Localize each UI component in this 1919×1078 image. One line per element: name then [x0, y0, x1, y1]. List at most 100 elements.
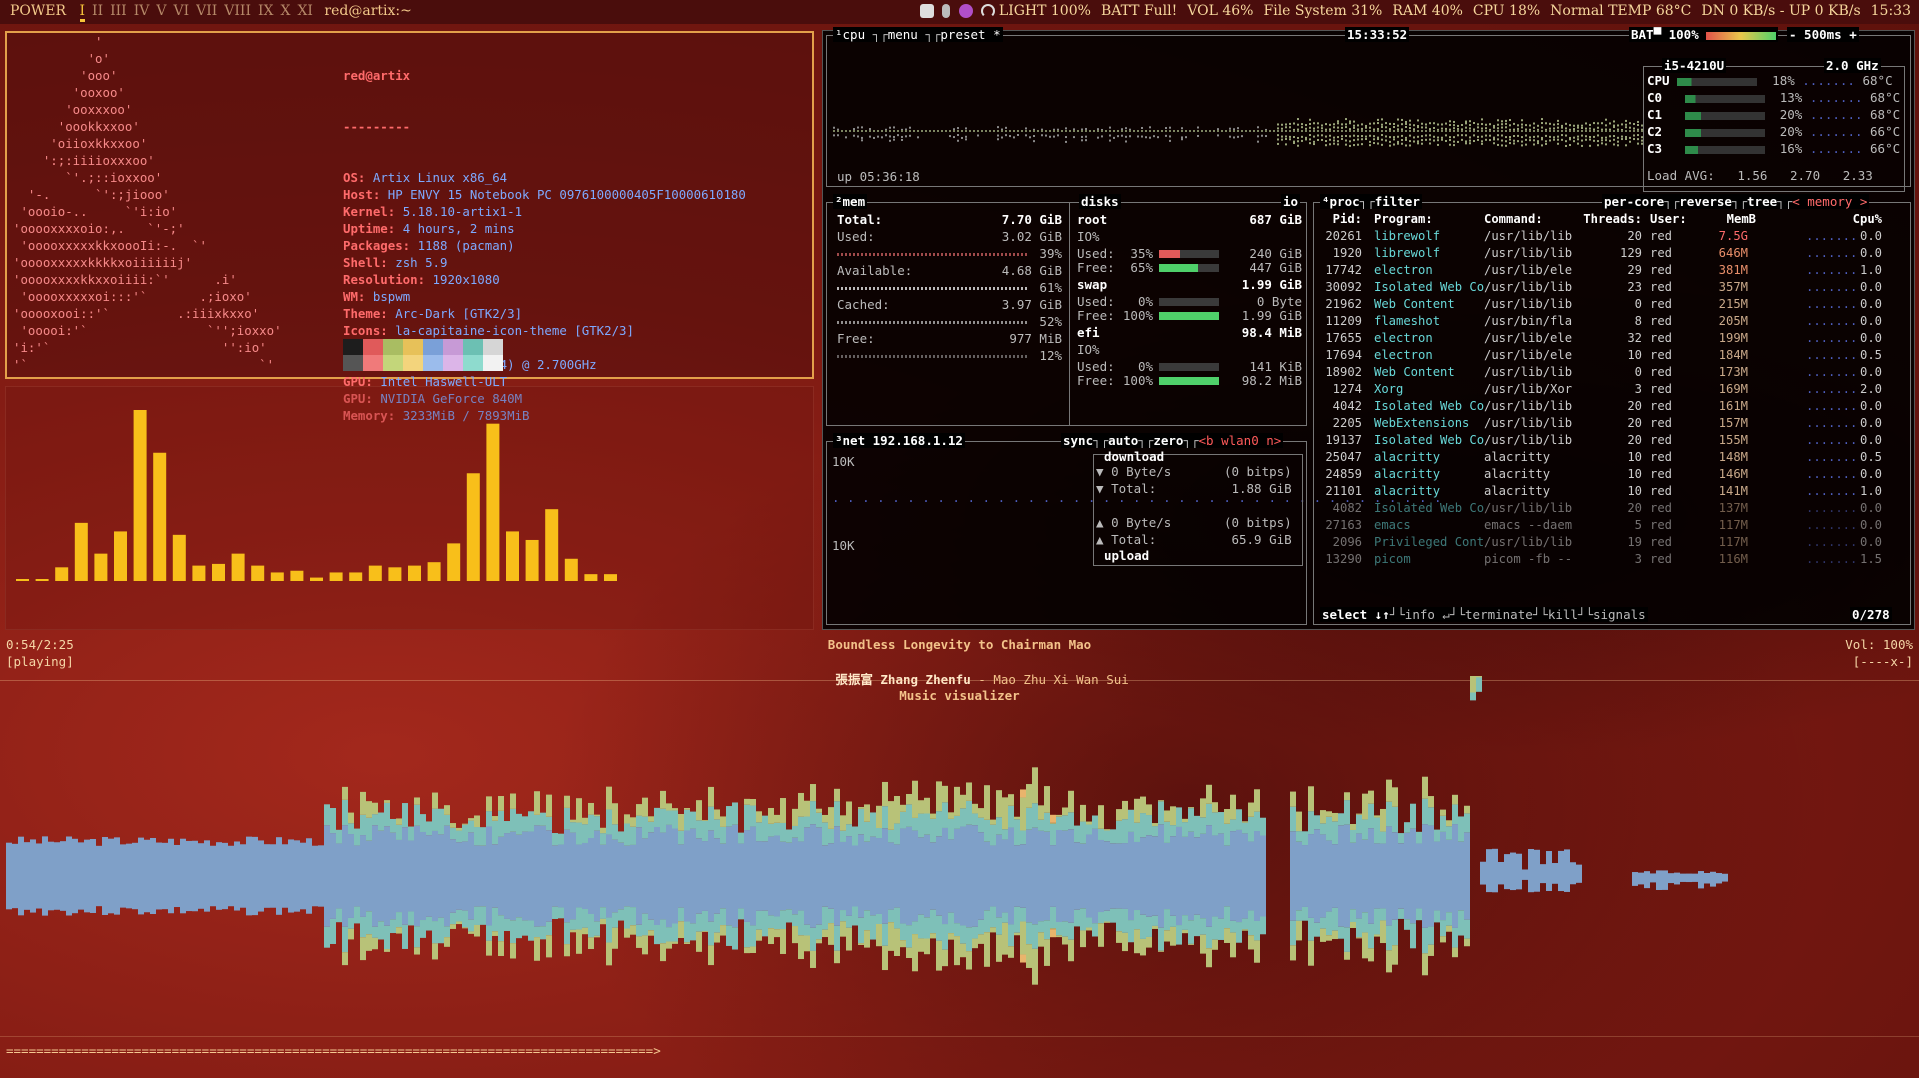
cava-audio-visualizer[interactable]: [5, 386, 814, 630]
opt-reverse[interactable]: reverse: [1679, 194, 1732, 209]
cpu-graph-dot: [1461, 138, 1463, 141]
proc-column-header[interactable]: MemB: [1684, 212, 1756, 226]
viz-column: [1134, 929, 1140, 954]
viz-column: [1026, 784, 1032, 808]
net-options[interactable]: sync┐┌auto┐┌zero┐┌<b wlan0 n>: [1061, 433, 1284, 448]
cpu-graph-dot: [1629, 122, 1631, 125]
viz-column: [384, 876, 390, 926]
table-row[interactable]: 21962 Web Content/usr/lib/lib 0 red 215M 0.0.…: [1314, 297, 1910, 313]
progress-bar[interactable]: ========================================…: [6, 1043, 661, 1058]
proc-column-header[interactable]: Threads:: [1578, 212, 1642, 226]
tab-preset[interactable]: preset *: [940, 27, 1000, 42]
cpu-graph-dot: [1397, 130, 1399, 132]
ncmpcpp-player[interactable]: 0:54/2:25 [playing] Boundless Longevity …: [0, 636, 1919, 1074]
net-zero[interactable]: zero: [1153, 433, 1183, 448]
workspace-2[interactable]: II: [92, 3, 103, 19]
table-row[interactable]: 17694 electron/usr/lib/ele 10 red 184M 0.5...…: [1314, 348, 1910, 364]
table-row[interactable]: 19137 Isolated Web Co/usr/lib/lib 20 red 155…: [1314, 433, 1910, 449]
viz-column: [1122, 876, 1128, 909]
proc-header[interactable]: ⁴proc┐┌filter: [1320, 194, 1422, 209]
tab-cpu[interactable]: ¹cpu: [835, 27, 865, 42]
cpu-tabs[interactable]: ¹cpu ┐┌menu ┐┌preset *: [833, 27, 1003, 42]
opt-sort[interactable]: < memory >: [1792, 194, 1867, 209]
table-row[interactable]: 17742 electron/usr/lib/ele 29 red 381M 1.0...…: [1314, 263, 1910, 279]
table-row[interactable]: 13290 picom picom -fb -- 3 red 116M 1.5.......: [1314, 552, 1910, 568]
viz-column: [912, 780, 918, 818]
table-row[interactable]: 21101 alacritty alacritty 10 red 141M 1.0.....…: [1314, 484, 1910, 500]
table-row[interactable]: 17655 electron/usr/lib/ele 32 red 199M 0.0...…: [1314, 331, 1910, 347]
workspace-4[interactable]: IV: [134, 3, 150, 19]
footer-kill[interactable]: kill: [1548, 607, 1578, 622]
viz-column: [636, 827, 642, 876]
viz-column: [582, 817, 588, 825]
opt-tree[interactable]: tree: [1747, 194, 1777, 209]
viz-column: [978, 832, 984, 876]
footer-terminate[interactable]: terminate: [1465, 607, 1533, 622]
workspace-6[interactable]: VI: [173, 3, 189, 19]
footer-select[interactable]: select ↓↑: [1322, 607, 1390, 622]
mem-title[interactable]: ²mem: [833, 194, 868, 209]
workspace-10[interactable]: X: [280, 3, 290, 19]
viz-column: [774, 822, 780, 836]
neofetch-terminal[interactable]: ' 'o' 'ooo' 'ooxoo' 'ooxxxoo' 'oookkxxoo…: [5, 31, 814, 423]
workspace-1[interactable]: I: [79, 3, 86, 22]
net-auto[interactable]: auto: [1108, 433, 1138, 448]
net-title[interactable]: ³net 192.168.1.12: [833, 433, 965, 448]
proc-column-header[interactable]: Pid:: [1316, 212, 1362, 226]
table-row[interactable]: 30092 Isolated Web Co/usr/lib/lib 23 red 357…: [1314, 280, 1910, 296]
footer-signals[interactable]: signals: [1593, 607, 1646, 622]
opt-per-core[interactable]: per-core: [1604, 194, 1664, 209]
btop-monitor[interactable]: ¹cpu ┐┌menu ┐┌preset * 15:33:52 BAT▀ 100…: [822, 27, 1915, 630]
table-row[interactable]: 18902 Web Content/usr/lib/lib 0 red 173M 0.0.…: [1314, 365, 1910, 381]
cpu-graph-dot: [1317, 138, 1319, 141]
power-button[interactable]: POWER: [10, 3, 66, 19]
proc-options[interactable]: per-core┐┌reverse┐┌tree┐┌< memory >: [1602, 194, 1870, 209]
proc-filter[interactable]: filter: [1375, 194, 1420, 209]
table-row[interactable]: 27163 emacs emacs --daem 5 red 117M 0.0.......: [1314, 518, 1910, 534]
table-row[interactable]: 1274 Xorg/usr/lib/Xor 3 red 169M 2.0.......: [1314, 382, 1910, 398]
viz-column: [918, 800, 924, 814]
cpu-graph-dot: [1353, 139, 1355, 142]
footer-info[interactable]: info ↵: [1405, 607, 1450, 622]
cpu-graph-dot: [1585, 130, 1587, 132]
tab-menu[interactable]: menu: [888, 27, 918, 42]
net-interface[interactable]: <b wlan0 n>: [1199, 433, 1282, 448]
proc-title[interactable]: ⁴proc: [1322, 194, 1360, 209]
bluetooth-icon[interactable]: [942, 4, 951, 18]
proc-column-header[interactable]: User:: [1650, 212, 1687, 226]
table-row[interactable]: 20261 librewolf/usr/lib/lib 20 red 7.5G 0.0..…: [1314, 229, 1910, 245]
table-row[interactable]: 4042 Isolated Web Co/usr/lib/lib 20 red 161M…: [1314, 399, 1910, 415]
cpu-graph-dot: [1389, 122, 1391, 125]
workspace-7[interactable]: VII: [196, 3, 217, 19]
table-row[interactable]: 24859 alacritty alacritty 10 red 146M 0.0.....…: [1314, 467, 1910, 483]
table-row[interactable]: 4082 Isolated Web Co/usr/lib/lib 20 red 137M…: [1314, 501, 1910, 517]
table-row[interactable]: 11209 flameshot/usr/bin/fla 8 red 205M 0.0...…: [1314, 314, 1910, 330]
table-row[interactable]: 2096 Privileged Cont/usr/lib/lib 19 red 117M…: [1314, 535, 1910, 551]
disks-io-toggle[interactable]: io: [1281, 194, 1301, 209]
discord-icon[interactable]: [920, 4, 934, 18]
table-row[interactable]: 2205 WebExtensions/usr/lib/lib 20 red 157M 0.…: [1314, 416, 1910, 432]
firefox-icon[interactable]: [958, 4, 973, 18]
table-row[interactable]: 25047 alacritty alacritty 10 red 148M 0.5.....…: [1314, 450, 1910, 466]
workspace-5[interactable]: V: [156, 3, 166, 19]
proc-cell: 10: [1627, 467, 1642, 481]
proc-column-header[interactable]: Program:: [1374, 212, 1433, 226]
proc-footer[interactable]: select ↓↑┘└info ↵┘└terminate┘└kill┘└sign…: [1320, 607, 1648, 622]
viz-column: [600, 918, 606, 925]
proc-column-header[interactable]: Cpu%: [1830, 212, 1882, 226]
proc-column-header[interactable]: Command:: [1484, 212, 1543, 226]
update-interval[interactable]: - 500ms +: [1787, 27, 1859, 42]
viz-column: [1452, 947, 1458, 958]
net-sync[interactable]: sync: [1063, 433, 1093, 448]
viz-column: [1236, 876, 1242, 923]
viz-column: [996, 876, 1002, 918]
workspace-9[interactable]: IX: [258, 3, 274, 19]
workspace-11[interactable]: XI: [297, 3, 313, 19]
cpu-graph-dot: [1593, 135, 1595, 138]
disks-title[interactable]: disks: [1079, 194, 1121, 209]
workspace-8[interactable]: VIII: [224, 3, 251, 19]
viz-column: [930, 876, 936, 910]
table-row[interactable]: 1920 librewolf/usr/lib/lib 129 red 646M 0.0..…: [1314, 246, 1910, 262]
workspace-3[interactable]: III: [110, 3, 127, 19]
viz-column: [948, 818, 954, 840]
